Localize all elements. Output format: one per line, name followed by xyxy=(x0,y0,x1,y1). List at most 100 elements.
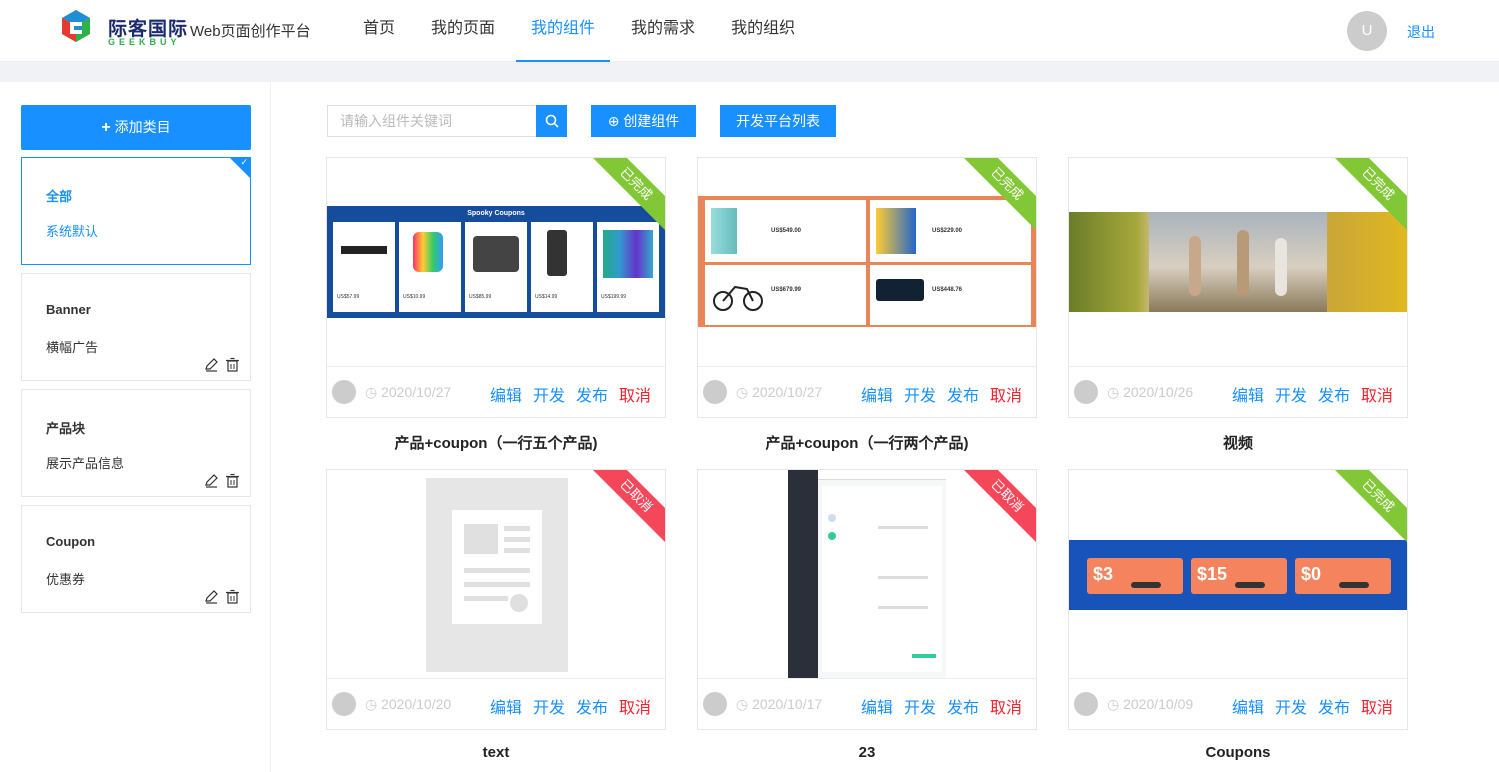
component-thumbnail xyxy=(1069,158,1407,366)
card-footer: ◷ 2020/10/20 编辑 开发 发布 取消 xyxy=(327,678,665,729)
develop-button[interactable]: 开发 xyxy=(533,694,565,718)
thumb-coupon-value: $15 xyxy=(1197,564,1228,584)
category-actions xyxy=(204,589,240,604)
author-avatar xyxy=(1074,692,1098,716)
category-product-block[interactable]: 产品块 展示产品信息 xyxy=(21,389,251,497)
card-footer: ◷ 2020/10/26 编辑 开发 发布 取消 xyxy=(1069,366,1407,417)
edit-icon[interactable] xyxy=(204,357,219,372)
category-sidebar: + 添加类目 ✓ 全部 系统默认 Banner 横幅广告 产品块 展示产品信息 C… xyxy=(0,82,271,772)
thumb-coupon: $15 xyxy=(1191,558,1287,594)
thumb-price: US$679.99 xyxy=(771,287,802,293)
component-card[interactable]: 已取消 ◷ 2020/10/20 编辑 开发 发布 取消 xyxy=(326,469,666,730)
card-footer: ◷ 2020/10/17 编辑 开发 发布 取消 xyxy=(698,678,1036,729)
thumb-price: US$85.99 xyxy=(469,294,492,300)
user-avatar[interactable]: U xyxy=(1347,11,1387,51)
nav-my-pages[interactable]: 我的页面 xyxy=(416,0,510,62)
edit-icon[interactable] xyxy=(204,589,219,604)
publish-button[interactable]: 发布 xyxy=(576,382,608,406)
card-date: ◷ 2020/10/26 xyxy=(1107,384,1193,401)
edit-button[interactable]: 编辑 xyxy=(1232,694,1264,718)
card-actions: 编辑 开发 发布 取消 xyxy=(490,694,651,718)
card-date: ◷ 2020/10/27 xyxy=(365,384,451,401)
component-card[interactable]: 已取消 ◷ 2020/10/17 编辑 开发 发布 取消 xyxy=(697,469,1037,730)
thumb-price: US$199.99 xyxy=(601,294,627,300)
edit-button[interactable]: 编辑 xyxy=(861,694,893,718)
edit-button[interactable]: 编辑 xyxy=(1232,382,1264,406)
card-date-text: 2020/10/20 xyxy=(381,696,452,712)
component-card[interactable]: Spooky Coupons US$57.99 US$10.99 US$85.9… xyxy=(326,157,666,418)
cancel-button[interactable]: 取消 xyxy=(990,694,1022,718)
add-category-button[interactable]: + 添加类目 xyxy=(21,105,251,150)
search-button[interactable] xyxy=(536,105,567,137)
nav-my-requirements[interactable]: 我的需求 xyxy=(616,0,710,62)
card-date: ◷ 2020/10/20 xyxy=(365,696,451,713)
thumb-price: US$229.00 xyxy=(932,228,963,234)
category-all[interactable]: ✓ 全部 系统默认 xyxy=(21,157,251,265)
component-card[interactable]: 已完成 ◷ 2020/10/26 编辑 开发 发布 取消 xyxy=(1068,157,1408,418)
delete-icon[interactable] xyxy=(225,357,240,372)
thumb-price: US$57.99 xyxy=(337,294,360,300)
card-title: 产品+coupon（一行两个产品) xyxy=(765,435,969,452)
publish-button[interactable]: 发布 xyxy=(1318,382,1350,406)
publish-button[interactable]: 发布 xyxy=(576,694,608,718)
publish-button[interactable]: 发布 xyxy=(947,694,979,718)
logo-subtext: GEEKBUY xyxy=(108,37,181,47)
develop-button[interactable]: 开发 xyxy=(904,694,936,718)
category-name: 全部 xyxy=(46,189,73,204)
thumb-product: US$199.99 xyxy=(597,222,659,312)
cancel-button[interactable]: 取消 xyxy=(990,382,1022,406)
category-desc: 横幅广告 xyxy=(46,340,99,355)
delete-icon[interactable] xyxy=(225,473,240,488)
cancel-button[interactable]: 取消 xyxy=(1361,382,1393,406)
card-title: 视频 xyxy=(1222,435,1253,452)
edit-button[interactable]: 编辑 xyxy=(861,382,893,406)
publish-button[interactable]: 发布 xyxy=(947,382,979,406)
nav-my-organization[interactable]: 我的组织 xyxy=(716,0,810,62)
category-banner[interactable]: Banner 横幅广告 xyxy=(21,273,251,381)
header-divider-band xyxy=(0,62,1499,82)
cancel-button[interactable]: 取消 xyxy=(1361,694,1393,718)
category-name: Coupon xyxy=(46,534,96,549)
publish-button[interactable]: 发布 xyxy=(1318,694,1350,718)
component-search-input[interactable] xyxy=(327,105,536,137)
develop-button[interactable]: 开发 xyxy=(1275,382,1307,406)
nav-my-components[interactable]: 我的组件 xyxy=(516,0,611,62)
component-thumbnail: $3 $15 $0 xyxy=(1069,470,1407,678)
category-coupon[interactable]: Coupon 优惠券 xyxy=(21,505,251,613)
add-category-label: 添加类目 xyxy=(114,119,171,135)
cancel-button[interactable]: 取消 xyxy=(619,382,651,406)
logout-link[interactable]: 退出 xyxy=(1407,22,1435,42)
card-date-text: 2020/10/17 xyxy=(752,696,823,712)
author-avatar xyxy=(703,380,727,404)
thumb-coupon-banner: $3 $15 $0 xyxy=(1069,540,1407,610)
nav-home[interactable]: 首页 xyxy=(348,0,410,62)
develop-button[interactable]: 开发 xyxy=(533,382,565,406)
category-desc: 展示产品信息 xyxy=(46,456,125,471)
develop-button[interactable]: 开发 xyxy=(904,382,936,406)
platform-title: Web页面创作平台 xyxy=(190,23,311,40)
category-actions xyxy=(204,357,240,372)
card-actions: 编辑 开发 发布 取消 xyxy=(490,382,651,406)
category-actions xyxy=(204,473,240,488)
clock-icon: ◷ xyxy=(365,384,382,400)
category-desc: 优惠券 xyxy=(46,572,86,587)
thumb-banner: Spooky Coupons US$57.99 US$10.99 US$85.9… xyxy=(327,206,665,318)
thumb-title: Spooky Coupons xyxy=(467,210,525,217)
dev-platform-list-button[interactable]: 开发平台列表 xyxy=(720,105,836,137)
delete-icon[interactable] xyxy=(225,589,240,604)
card-actions: 编辑 开发 发布 取消 xyxy=(861,382,1022,406)
top-header: 际客国际 GEEKBUY Web页面创作平台 首页 我的页面 我的组件 我的需求… xyxy=(0,0,1499,62)
create-component-button[interactable]: ⊕ 创建组件 xyxy=(591,105,696,137)
card-actions: 编辑 开发 发布 取消 xyxy=(861,694,1022,718)
component-card[interactable]: US$549.00 US$229.00 US$679.99 US$448.76 … xyxy=(697,157,1037,418)
edit-icon[interactable] xyxy=(204,473,219,488)
card-date-text: 2020/10/26 xyxy=(1123,384,1194,400)
edit-button[interactable]: 编辑 xyxy=(490,382,522,406)
component-card[interactable]: $3 $15 $0 已完成 ◷ 2020/10/09 编辑 开发 发布 取消 xyxy=(1068,469,1408,730)
edit-button[interactable]: 编辑 xyxy=(490,694,522,718)
develop-button[interactable]: 开发 xyxy=(1275,694,1307,718)
cancel-button[interactable]: 取消 xyxy=(619,694,651,718)
thumb-product: US$85.99 xyxy=(465,222,527,312)
card-footer: ◷ 2020/10/09 编辑 开发 发布 取消 xyxy=(1069,678,1407,729)
card-footer: ◷ 2020/10/27 编辑 开发 发布 取消 xyxy=(698,366,1036,417)
